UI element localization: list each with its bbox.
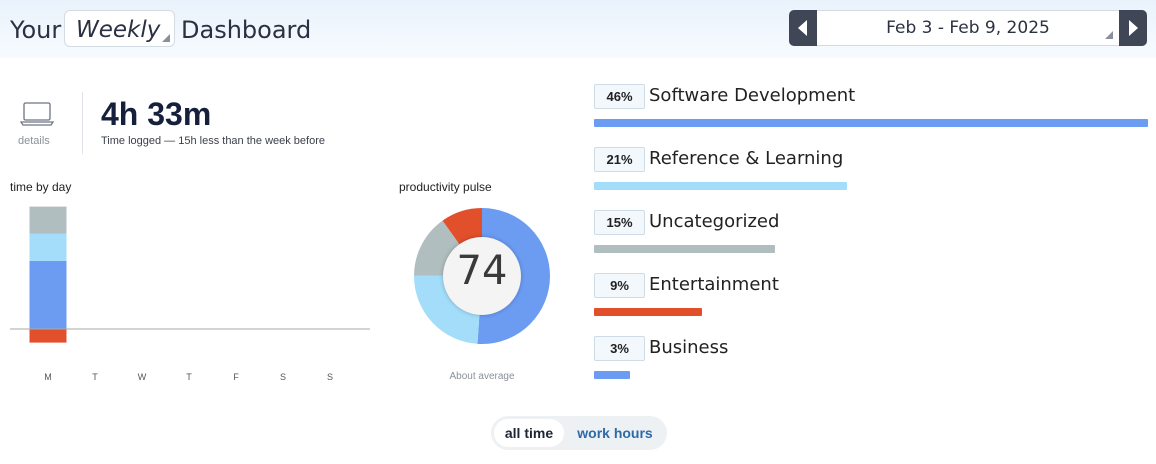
- title-prefix: Your: [10, 16, 62, 44]
- header-bar: Your Weekly Dashboard Feb 3 - Feb 9, 202…: [0, 0, 1156, 58]
- pulse-score: 74: [456, 248, 508, 294]
- day-label: M: [44, 372, 52, 382]
- category-row[interactable]: 15% Uncategorized: [594, 210, 1150, 270]
- date-range-select[interactable]: Feb 3 - Feb 9, 2025: [817, 10, 1119, 46]
- work-hours-toggle[interactable]: work hours: [567, 419, 663, 447]
- category-bar: [594, 182, 847, 190]
- category-percent: 9%: [594, 273, 645, 298]
- prev-week-button[interactable]: [789, 10, 817, 46]
- category-percent: 15%: [594, 210, 645, 235]
- category-name: Uncategorized: [649, 211, 780, 232]
- period-select[interactable]: Weekly: [64, 10, 175, 47]
- day-label: T: [92, 372, 98, 382]
- category-bar: [594, 371, 630, 379]
- next-week-button[interactable]: [1119, 10, 1147, 46]
- dropdown-corner-icon: [1105, 31, 1113, 39]
- category-name: Entertainment: [649, 274, 779, 295]
- time-by-day-chart: MTWTFSS: [10, 206, 370, 382]
- category-row[interactable]: 21% Reference & Learning: [594, 147, 1150, 207]
- all-time-toggle[interactable]: all time: [494, 419, 564, 447]
- date-range-value: Feb 3 - Feb 9, 2025: [886, 18, 1050, 38]
- total-time: 4h 33m: [101, 96, 212, 132]
- category-name: Software Development: [649, 85, 856, 106]
- day-bar-segment[interactable]: [29, 329, 67, 343]
- category-bar: [594, 245, 775, 253]
- summary-divider: [82, 92, 83, 154]
- category-percent: 46%: [594, 84, 645, 109]
- time-by-day-label: time by day: [10, 180, 72, 194]
- details-link[interactable]: details: [18, 135, 50, 147]
- productivity-pulse-label: productivity pulse: [399, 180, 492, 194]
- pulse-caption: About average: [449, 371, 515, 382]
- day-bar-segment[interactable]: [29, 233, 67, 261]
- category-row[interactable]: 9% Entertainment: [594, 273, 1150, 333]
- category-bar: [594, 119, 1148, 127]
- category-bar: [594, 308, 702, 316]
- category-bar-track: [594, 371, 1148, 379]
- day-bar-segment[interactable]: [29, 261, 67, 329]
- category-name: Business: [649, 337, 729, 358]
- date-navigator: Feb 3 - Feb 9, 2025: [789, 10, 1147, 46]
- laptop-icon[interactable]: [20, 101, 54, 127]
- category-row[interactable]: 3% Business: [594, 336, 1150, 396]
- day-label: S: [327, 372, 333, 382]
- category-name: Reference & Learning: [649, 148, 844, 169]
- dropdown-corner-icon: [162, 34, 170, 42]
- day-label: T: [186, 372, 192, 382]
- hours-toggle: all time work hours: [491, 416, 667, 450]
- category-bar-track: [594, 245, 1148, 253]
- day-bar-segment[interactable]: [29, 206, 67, 234]
- day-label: F: [233, 372, 239, 382]
- category-bar-track: [594, 182, 1148, 190]
- day-label: S: [280, 372, 286, 382]
- category-bar-track: [594, 119, 1148, 127]
- time-caption: Time logged — 15h less than the week bef…: [101, 135, 326, 147]
- period-value: Weekly: [76, 17, 161, 43]
- title-suffix: Dashboard: [181, 16, 312, 44]
- category-bar-track: [594, 308, 1148, 316]
- category-percent: 3%: [594, 336, 645, 361]
- category-percent: 21%: [594, 147, 645, 172]
- category-row[interactable]: 46% Software Development: [594, 84, 1150, 144]
- day-label: W: [138, 372, 147, 382]
